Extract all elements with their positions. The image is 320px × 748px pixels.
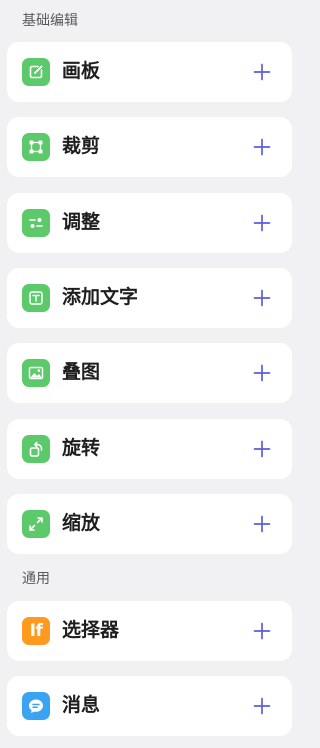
selector-icon: If [22,616,50,645]
drawing-board-icon [22,58,50,86]
plus-icon [253,214,271,232]
tool-item-label: 叠图 [62,362,101,384]
overlay-image-icon [22,359,50,388]
component-panel: 基础编辑 画板 裁剪 调整 添加文字 叠图 旋转 缩放 通用 If 选择器 消息 [0,0,301,748]
tool-item-label: 裁剪 [62,136,101,158]
adjust-sliders-icon [22,208,50,237]
plus-icon [253,63,271,81]
tool-item-overlay-image[interactable]: 叠图 [7,343,292,404]
scale-icon [22,509,50,538]
tool-item-add-text[interactable]: 添加文字 [7,267,292,328]
add-button[interactable] [253,440,271,458]
tool-item-message[interactable]: 消息 [7,676,292,737]
tool-item-selector[interactable]: If 选择器 [7,600,292,661]
add-button[interactable] [253,138,271,156]
plus-icon [253,138,271,156]
add-button[interactable] [253,697,271,715]
add-button[interactable] [253,622,271,640]
crop-icon [22,133,50,162]
add-button[interactable] [253,63,271,81]
tool-item-label: 调整 [62,211,101,233]
plus-icon [253,697,271,715]
tool-item-label: 选择器 [62,619,120,641]
add-text-icon [22,283,50,312]
rotate-icon [22,434,50,463]
tool-item-drawing-board[interactable]: 画板 [7,42,292,102]
message-icon [22,692,50,721]
add-button[interactable] [253,214,271,232]
tool-item-label: 画板 [62,61,101,82]
plus-icon [253,440,271,457]
tool-item-scale[interactable]: 缩放 [7,493,292,554]
tool-item-label: 添加文字 [62,286,139,308]
section-title-basic-edit: 基础编辑 [22,12,78,28]
tool-item-rotate[interactable]: 旋转 [7,418,292,479]
plus-icon [253,515,271,533]
plus-icon [253,364,271,382]
add-button[interactable] [253,364,271,382]
tool-item-label: 旋转 [62,437,101,459]
tool-item-crop[interactable]: 裁剪 [7,117,292,178]
tool-item-adjust[interactable]: 调整 [7,192,292,253]
section-title-general: 通用 [22,570,50,587]
add-button[interactable] [253,289,271,307]
selector-icon-text: If [29,620,43,641]
add-button[interactable] [253,515,271,533]
plus-icon [253,622,271,640]
tool-item-label: 缩放 [62,512,101,534]
plus-icon [253,289,271,307]
tool-item-label: 消息 [62,695,101,717]
